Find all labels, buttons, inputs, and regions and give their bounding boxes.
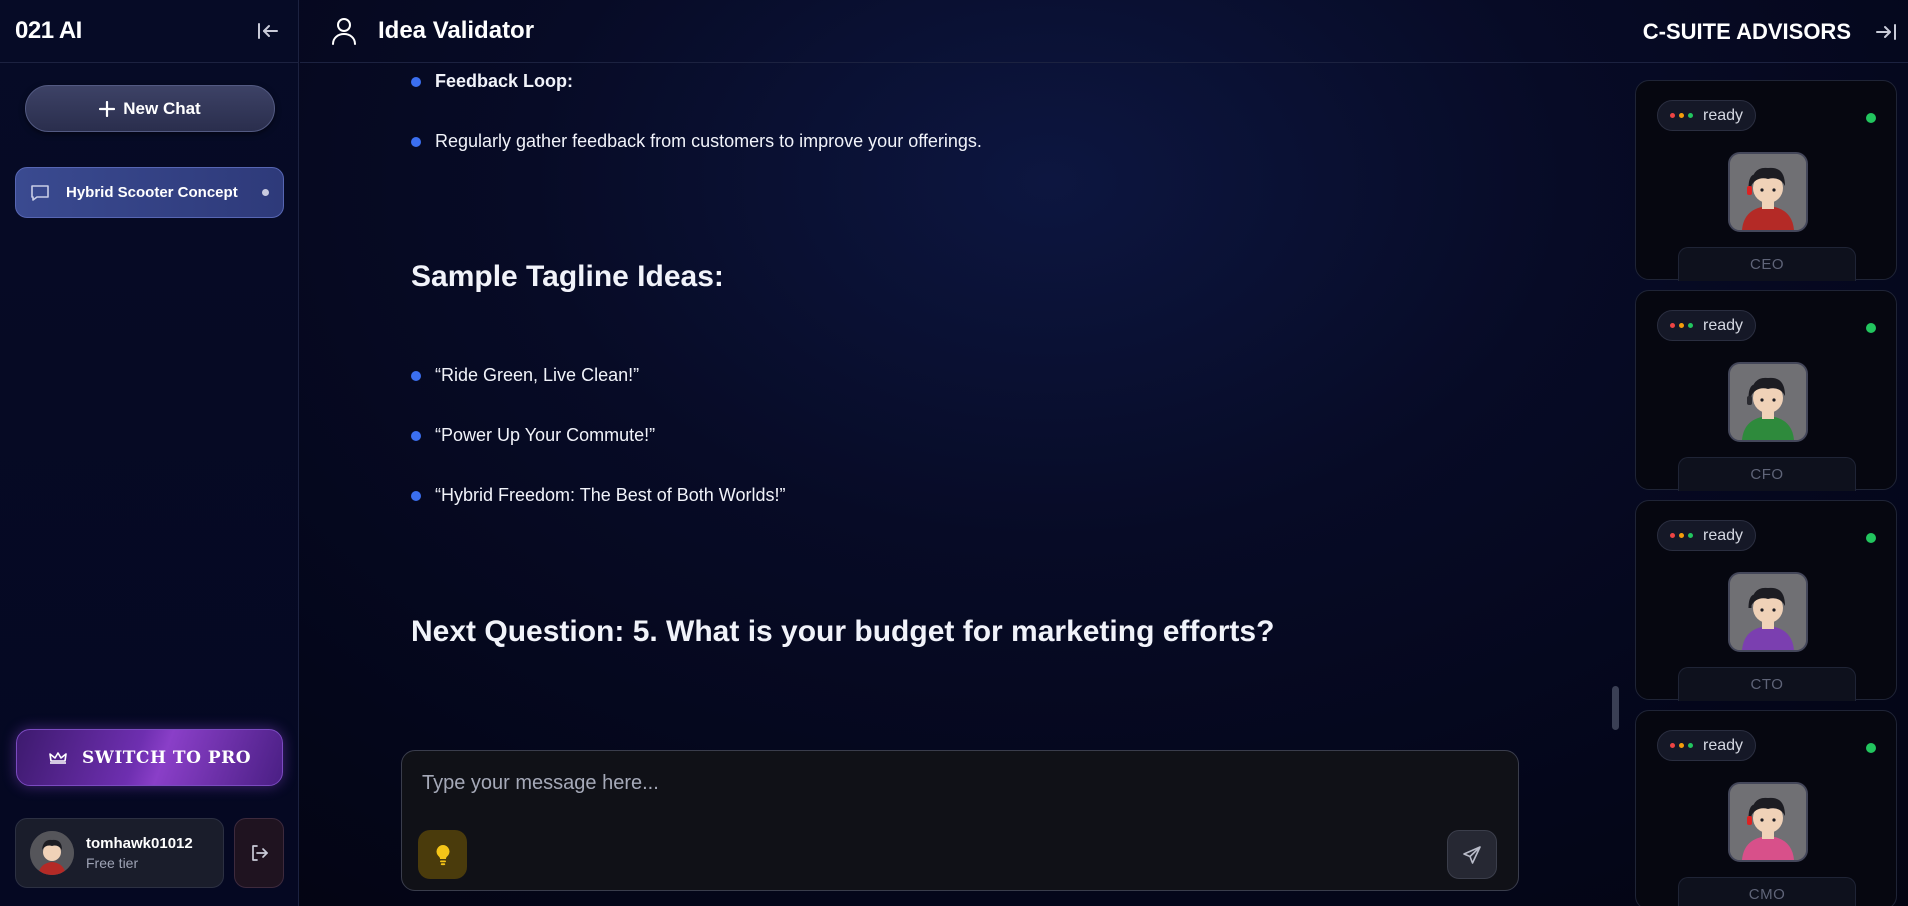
advisor-card-cto[interactable]: ready CTO — [1635, 500, 1897, 701]
page-title: Idea Validator — [378, 17, 535, 44]
tagline-text: “Ride Green, Live Clean!” — [435, 365, 640, 385]
plus-icon — [99, 100, 116, 117]
send-icon — [1463, 845, 1481, 864]
message-input[interactable] — [422, 767, 1482, 799]
advisor-avatar — [1728, 572, 1808, 652]
collapse-sidebar-button[interactable] — [254, 17, 282, 45]
list-item: Regularly gather feedback from customers… — [411, 131, 982, 152]
advisor-role-label: CFO — [1678, 457, 1856, 491]
bullet-dot — [411, 490, 421, 501]
status-text: ready — [1703, 316, 1744, 334]
sidebar: 021 AI New Chat Hybrid Scooter Concept S… — [0, 0, 299, 906]
collapse-advisors-button[interactable] — [1872, 18, 1900, 46]
chat-bubble-icon — [31, 184, 49, 201]
list-item: “Hybrid Freedom: The Best of Both Worlds… — [411, 485, 785, 506]
status-text: ready — [1703, 106, 1744, 124]
online-indicator — [1866, 533, 1876, 543]
new-chat-button[interactable]: New Chat — [25, 85, 275, 132]
bullet-dot — [411, 430, 421, 441]
online-indicator — [1866, 323, 1876, 333]
list-item: “Power Up Your Commute!” — [411, 425, 655, 446]
advisor-avatar — [1728, 362, 1808, 442]
tagline-text: “Hybrid Freedom: The Best of Both Worlds… — [435, 485, 786, 505]
advisor-avatar — [1728, 782, 1808, 862]
avatar — [30, 831, 74, 875]
online-indicator — [1866, 113, 1876, 123]
switch-to-pro-button[interactable]: SWITCH TO PRO — [16, 729, 283, 786]
user-icon — [332, 18, 356, 45]
logout-button[interactable] — [234, 818, 284, 888]
status-badge: ready — [1657, 520, 1757, 551]
chat-messages: Feedback Loop: Regularly gather feedback… — [411, 63, 1601, 743]
chat-item-label: Hybrid Scooter Concept — [66, 184, 238, 201]
status-dots-icon — [1670, 743, 1693, 748]
status-dots-icon — [1670, 533, 1693, 538]
advisor-card-cfo[interactable]: ready CFO — [1635, 290, 1897, 491]
advisor-card-ceo[interactable]: ready CEO — [1635, 80, 1897, 281]
brand-logo: 021 AI — [15, 17, 82, 44]
chat-list-item[interactable]: Hybrid Scooter Concept — [15, 167, 284, 218]
user-name: tomhawk01012 — [86, 835, 193, 852]
user-profile-card[interactable]: tomhawk01012 Free tier — [15, 818, 224, 888]
status-dots-icon — [1670, 323, 1693, 328]
chat-scrollbar-thumb[interactable] — [1612, 686, 1619, 730]
collapse-right-icon — [1876, 24, 1896, 40]
collapse-left-icon — [258, 23, 278, 39]
lightbulb-icon — [436, 844, 449, 865]
user-tier: Free tier — [86, 855, 139, 871]
feedback-loop-title: Feedback Loop: — [435, 71, 574, 91]
taglines-heading: Sample Tagline Ideas: — [411, 260, 724, 293]
new-chat-label: New Chat — [123, 98, 201, 118]
next-question-heading: Next Question: 5. What is your budget fo… — [411, 615, 1275, 648]
advisor-avatar — [1728, 152, 1808, 232]
advisor-role-label: CEO — [1678, 247, 1856, 281]
status-badge: ready — [1657, 310, 1757, 341]
status-badge: ready — [1657, 730, 1757, 761]
advisor-role-label: CTO — [1678, 667, 1856, 701]
tagline-text: “Power Up Your Commute!” — [435, 425, 656, 445]
bullet-dot — [411, 136, 421, 147]
logout-icon — [252, 845, 268, 861]
list-item: “Ride Green, Live Clean!” — [411, 365, 639, 386]
bullet-dot — [411, 76, 421, 87]
chat-active-dot — [262, 189, 269, 196]
feedback-loop-text: Regularly gather feedback from customers… — [435, 131, 982, 151]
advisor-card-cmo[interactable]: ready CMO — [1635, 710, 1897, 906]
status-text: ready — [1703, 736, 1744, 754]
status-dots-icon — [1670, 113, 1693, 118]
crown-icon — [49, 751, 67, 764]
status-badge: ready — [1657, 100, 1757, 131]
bullet-dot — [411, 370, 421, 381]
message-composer — [401, 750, 1519, 891]
user-info: tomhawk01012 Free tier — [86, 835, 193, 871]
switch-to-pro-label: SWITCH TO PRO — [81, 747, 252, 768]
advisors-panel-title: C-SUITE ADVISORS — [1642, 19, 1851, 44]
app-root: 021 AI New Chat Hybrid Scooter Concept S… — [0, 0, 1908, 906]
idea-suggestion-button[interactable] — [418, 830, 467, 879]
status-text: ready — [1703, 526, 1744, 544]
list-item: Feedback Loop: — [411, 71, 573, 92]
advisor-role-label: CMO — [1678, 877, 1856, 906]
send-button[interactable] — [1447, 830, 1497, 879]
sidebar-header: 021 AI — [0, 0, 298, 63]
online-indicator — [1866, 743, 1876, 753]
